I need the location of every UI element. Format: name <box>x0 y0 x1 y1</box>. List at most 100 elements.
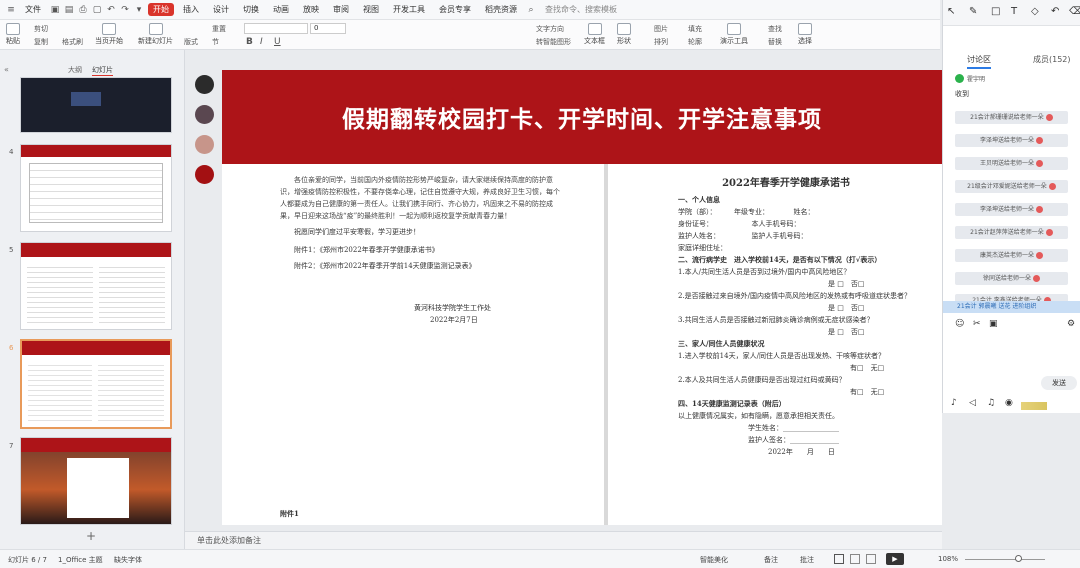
tab-design[interactable]: 设计 <box>208 3 234 16</box>
tab-outline[interactable]: 大纲 <box>68 65 82 75</box>
undo-icon[interactable]: ↶ <box>106 5 116 15</box>
tab-review[interactable]: 审阅 <box>328 3 354 16</box>
presenter-tools-button[interactable]: 演示工具 <box>720 23 748 46</box>
normal-view-icon[interactable] <box>834 554 844 564</box>
textbox-button[interactable]: 文本框 <box>584 23 605 46</box>
tab-discussion[interactable]: 讨论区 <box>967 54 991 69</box>
select-button[interactable]: 选择 <box>798 23 812 46</box>
message-input[interactable] <box>944 333 1080 373</box>
find-button[interactable]: 查找 <box>768 24 782 34</box>
slide-thumbnail-5[interactable] <box>20 242 172 330</box>
notes-toggle[interactable]: 备注 <box>764 555 778 565</box>
preview-icon[interactable]: ▢ <box>92 5 102 15</box>
italic-button[interactable]: I <box>260 37 263 47</box>
underline-button[interactable]: U <box>274 37 281 47</box>
menu-icon[interactable]: ≡ <box>6 5 16 15</box>
save-icon[interactable]: ▣ <box>50 5 60 15</box>
replace-button[interactable]: 替换 <box>768 37 782 47</box>
emoji-icon[interactable]: ☺ <box>955 319 964 329</box>
tab-developer[interactable]: 开发工具 <box>388 3 430 16</box>
tab-transition[interactable]: 切换 <box>238 3 264 16</box>
add-slide-button[interactable]: + <box>86 529 96 543</box>
section-button[interactable]: 节 <box>212 37 219 47</box>
image-icon[interactable]: ▣ <box>989 319 998 329</box>
file-menu[interactable]: 文件 <box>20 3 46 16</box>
arrange-button[interactable]: 排列 <box>654 37 668 47</box>
tab-animation[interactable]: 动画 <box>268 3 294 16</box>
collapse-icon[interactable]: « <box>4 65 9 74</box>
tab-members[interactable]: 成员(152) <box>1033 54 1071 65</box>
tab-slides[interactable]: 幻灯片 <box>92 65 113 76</box>
zoom-slider-handle[interactable] <box>1015 555 1022 562</box>
format-painter-button[interactable]: 格式刷 <box>62 37 83 47</box>
notice-document[interactable]: 各位亲爱的同学，当前国内外疫情防控形势严峻复杂，请大家继续保持高度的防护意识，增… <box>222 164 608 525</box>
eraser-icon[interactable]: ◇ <box>1031 6 1039 17</box>
yes-no-box: 是 □ 否□ <box>828 328 865 336</box>
font-size-field[interactable]: 0 <box>310 23 346 34</box>
delete-icon[interactable]: ⌫ <box>1069 6 1080 17</box>
pen-icon[interactable]: ✎ <box>969 6 977 17</box>
chat-message: 李泽坤送给老师一朵 <box>955 203 1068 216</box>
reading-view-icon[interactable] <box>866 554 876 564</box>
swatch-plum[interactable] <box>195 105 214 124</box>
fill-button[interactable]: 填充 <box>688 24 702 34</box>
tab-docer[interactable]: 稻壳资源 <box>480 3 522 16</box>
swatch-rose[interactable] <box>195 135 214 154</box>
slide-thumbnail-7[interactable] <box>20 437 172 525</box>
speaker-icon[interactable]: ◁ <box>969 398 976 408</box>
microphone-icon[interactable]: ♪ <box>951 398 957 408</box>
slide-canvas[interactable]: 假期翻转校园打卡、开学时间、开学注意事项 各位亲爱的同学，当前国内外疫情防控形势… <box>222 70 942 525</box>
play-slideshow-icon[interactable]: ▶ <box>886 553 904 565</box>
health-pledge-document[interactable]: 2022年春季开学健康承诺书 一、个人信息 学院（部）： 年级专业： 姓名： 身… <box>620 164 942 525</box>
slide-thumbnail-4[interactable] <box>20 144 172 232</box>
paste-button[interactable]: 粘贴 <box>6 23 20 46</box>
tab-home[interactable]: 开始 <box>148 3 174 16</box>
redo-icon[interactable]: ↷ <box>120 5 130 15</box>
text-tool-icon[interactable]: T <box>1011 6 1017 17</box>
slide-thumbnail-6[interactable] <box>20 339 172 429</box>
cut-button[interactable]: 剪切 <box>34 24 48 34</box>
swatch-red[interactable] <box>195 165 214 184</box>
bold-button[interactable]: B <box>246 37 253 47</box>
tab-member[interactable]: 会员专享 <box>434 3 476 16</box>
more-icon[interactable]: ▾ <box>134 5 144 15</box>
undo-icon[interactable]: ↶ <box>1051 6 1059 17</box>
print-icon[interactable]: ⎙ <box>78 5 88 15</box>
export-icon[interactable]: ▤ <box>64 5 74 15</box>
shape-button[interactable]: 形状 <box>617 23 631 46</box>
slide-start-button[interactable]: 当页开始 <box>95 23 123 46</box>
settings-icon[interactable]: ⚙ <box>1067 319 1075 329</box>
beautify-button[interactable]: 智能美化 <box>700 555 728 565</box>
outline-button[interactable]: 轮廓 <box>688 37 702 47</box>
location-icon[interactable]: ◉ <box>1005 398 1013 408</box>
slide-title[interactable]: 假期翻转校园打卡、开学时间、开学注意事项 <box>222 100 942 134</box>
copy-button[interactable]: 复制 <box>34 37 48 47</box>
smartart-button[interactable]: 转智能图形 <box>536 37 571 47</box>
send-button[interactable]: 发送 <box>1041 376 1077 390</box>
paste-icon <box>6 23 20 35</box>
chat-message: 康英杰送给老师一朵 <box>955 249 1068 262</box>
layout-button[interactable]: 版式 <box>184 37 198 47</box>
music-icon[interactable]: ♫ <box>987 398 995 408</box>
rectangle-icon[interactable]: □ <box>991 6 1000 17</box>
slide-thumbnail-3[interactable] <box>20 77 172 133</box>
text-direction-button[interactable]: 文字方向 <box>536 24 564 34</box>
guardian-signature-line: 监护人签名：______________ <box>748 436 839 444</box>
zoom-slider[interactable] <box>965 559 1045 560</box>
missing-font-button[interactable]: 缺失字体 <box>114 555 142 565</box>
scissors-icon[interactable]: ✂ <box>973 319 981 329</box>
tab-slideshow[interactable]: 放映 <box>298 3 324 16</box>
picture-button[interactable]: 图片 <box>654 24 668 34</box>
sorter-view-icon[interactable] <box>850 554 860 564</box>
tab-insert[interactable]: 插入 <box>178 3 204 16</box>
notes-pane[interactable]: 单击此处添加备注 <box>185 531 942 549</box>
comments-toggle[interactable]: 批注 <box>800 555 814 565</box>
zoom-level[interactable]: 108% <box>938 555 958 563</box>
new-slide-button[interactable]: 新建幻灯片 <box>138 23 173 46</box>
swatch-dark[interactable] <box>195 75 214 94</box>
font-name-field[interactable] <box>244 23 308 34</box>
tab-view[interactable]: 视图 <box>358 3 384 16</box>
pointer-icon[interactable]: ↖ <box>947 6 955 17</box>
search-input[interactable]: 查找命令、搜索模板 <box>540 3 622 16</box>
reset-button[interactable]: 重置 <box>212 24 226 34</box>
